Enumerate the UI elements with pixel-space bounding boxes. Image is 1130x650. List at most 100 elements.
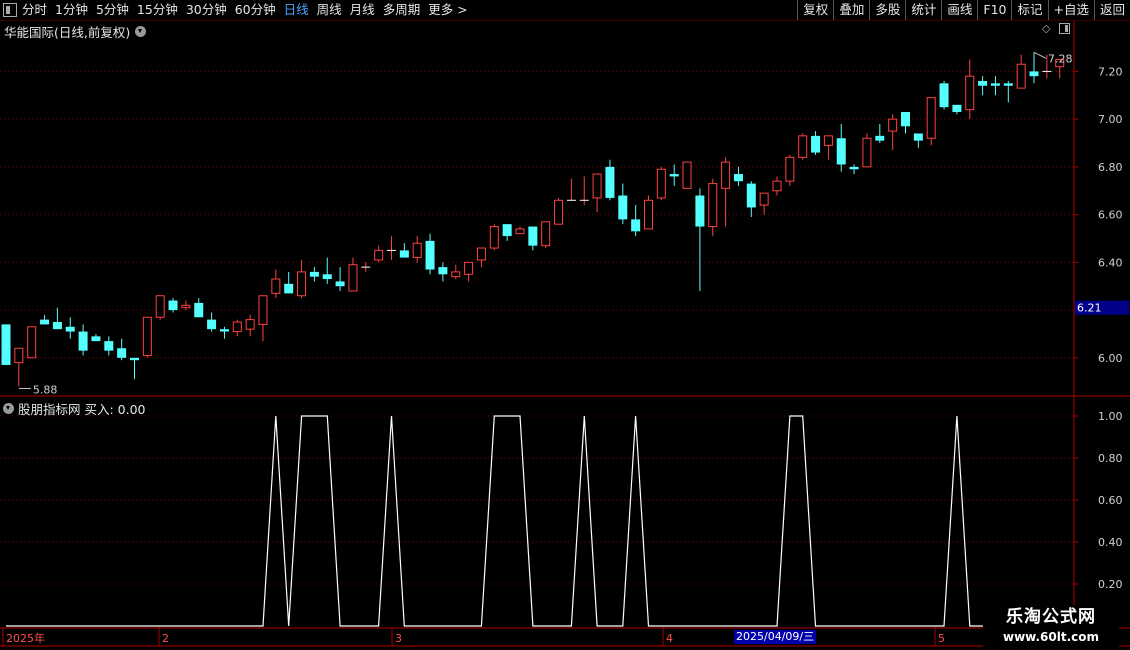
period-tab[interactable]: 更多 > bbox=[428, 0, 467, 20]
layout-icon[interactable] bbox=[1059, 23, 1070, 34]
candle-body bbox=[155, 295, 165, 318]
candle-body bbox=[862, 137, 872, 168]
period-tab[interactable]: 60分钟 bbox=[235, 0, 276, 20]
candle-body bbox=[489, 226, 499, 249]
candle-body bbox=[682, 161, 692, 189]
candle-body bbox=[926, 97, 936, 139]
candle-body bbox=[374, 249, 384, 261]
chart-canvas[interactable]: 7.207.006.806.606.406.206.007.285.886.21… bbox=[0, 0, 1130, 650]
candle-body bbox=[1, 324, 11, 365]
candle-body bbox=[823, 135, 833, 146]
candle-body bbox=[605, 166, 615, 198]
candle-body bbox=[297, 271, 307, 297]
period-tab[interactable]: 分时 bbox=[22, 0, 47, 20]
toolbar-action-button[interactable]: 复权 bbox=[797, 0, 833, 20]
time-axis-label: 3 bbox=[395, 632, 402, 645]
toolbar-action-button[interactable]: 画线 bbox=[941, 0, 977, 20]
chevron-down-icon[interactable] bbox=[3, 403, 14, 414]
candle-body bbox=[438, 267, 448, 275]
candle-body bbox=[335, 281, 345, 287]
top-toolbar: 分时 1分钟 5分钟 15分钟 30分钟 60分钟 日线 周线 月线 多周期 更多 > 复权 叠加 多股… bbox=[0, 0, 1130, 21]
candle-body bbox=[631, 219, 641, 232]
candle-body bbox=[875, 135, 885, 141]
candle-body bbox=[65, 326, 75, 332]
toolbar-action-button[interactable]: 多股 bbox=[869, 0, 905, 20]
time-axis-label: 2 bbox=[162, 632, 169, 645]
toolbar-action-button[interactable]: 叠加 bbox=[833, 0, 869, 20]
y-tick-label: 6.80 bbox=[1098, 161, 1123, 174]
candle-body bbox=[888, 118, 898, 132]
candle-body bbox=[618, 195, 628, 220]
y-tick-label: 7.00 bbox=[1098, 113, 1123, 126]
candle-body bbox=[669, 174, 679, 177]
time-axis-label: 4 bbox=[666, 632, 673, 645]
candle-body bbox=[181, 304, 191, 309]
period-tab[interactable]: 30分钟 bbox=[186, 0, 227, 20]
current-price-label: 6.21 bbox=[1077, 302, 1102, 315]
candle-body bbox=[759, 192, 769, 206]
candle-body bbox=[130, 357, 139, 361]
period-tab[interactable]: 多周期 bbox=[383, 0, 421, 20]
candle-body bbox=[78, 331, 88, 351]
period-tab[interactable]: 5分钟 bbox=[96, 0, 129, 20]
toolbar-action-button[interactable]: F10 bbox=[977, 0, 1011, 20]
candle-body bbox=[644, 199, 653, 230]
candle-body bbox=[836, 138, 846, 165]
candle-body bbox=[271, 278, 281, 294]
candle-body bbox=[785, 156, 795, 182]
y-tick-label: 0.60 bbox=[1098, 494, 1123, 507]
candle-body bbox=[746, 183, 756, 208]
candle-body bbox=[656, 168, 666, 199]
candle-body bbox=[245, 319, 255, 330]
candle-body bbox=[194, 302, 204, 318]
diamond-icon[interactable]: ◇ bbox=[1042, 23, 1053, 34]
candle-body bbox=[40, 319, 50, 325]
candle-body bbox=[502, 224, 512, 237]
candle-body bbox=[1003, 83, 1013, 86]
y-tick-label: 0.20 bbox=[1098, 578, 1123, 591]
watermark-title: 乐淘公式网 bbox=[1006, 607, 1096, 627]
candle-body bbox=[554, 199, 564, 225]
candle-body bbox=[232, 321, 242, 333]
stock-title: 华能国际(日线,前复权) bbox=[4, 25, 131, 40]
panel-toggle-icon[interactable] bbox=[3, 3, 17, 17]
candle-body bbox=[978, 80, 988, 86]
candle-body bbox=[219, 329, 229, 332]
candle-body bbox=[515, 228, 525, 235]
max-price-label: 7.28 bbox=[1048, 52, 1073, 65]
toolbar-action-button[interactable]: +自选 bbox=[1047, 0, 1094, 20]
max-arrow bbox=[1033, 51, 1047, 59]
candle-body bbox=[322, 274, 332, 280]
candle-body bbox=[284, 283, 294, 294]
toolbar-action-button[interactable]: 统计 bbox=[905, 0, 941, 20]
y-tick-label: 7.20 bbox=[1098, 65, 1123, 78]
period-tab[interactable]: 日线 bbox=[284, 0, 309, 20]
candle-body bbox=[348, 264, 358, 292]
period-tab[interactable]: 月线 bbox=[350, 0, 375, 20]
indicator-line bbox=[6, 415, 1060, 627]
candle-body bbox=[849, 166, 859, 170]
candle-body bbox=[901, 111, 910, 127]
candle-body bbox=[708, 183, 718, 228]
candle-body bbox=[168, 300, 178, 311]
candle-body bbox=[1029, 71, 1039, 77]
candle-body bbox=[721, 161, 731, 189]
time-axis-label: 2025年 bbox=[6, 631, 45, 645]
period-tab[interactable]: 15分钟 bbox=[137, 0, 178, 20]
indicator-title: 股朋指标网 买入: 0.00 bbox=[3, 399, 146, 418]
candle-body bbox=[695, 195, 705, 227]
min-price-label: 5.88 bbox=[33, 383, 58, 396]
y-tick-label: 1.00 bbox=[1098, 410, 1123, 423]
candle-body bbox=[541, 221, 551, 247]
period-tab[interactable]: 周线 bbox=[317, 0, 342, 20]
toolbar-action-button[interactable]: 返回 bbox=[1093, 0, 1130, 20]
candle-body bbox=[207, 319, 217, 330]
candle-body bbox=[91, 336, 101, 342]
candle-body bbox=[811, 135, 821, 153]
toolbar-action-button[interactable]: 标记 bbox=[1011, 0, 1047, 20]
chevron-down-icon[interactable] bbox=[135, 26, 147, 37]
period-tab[interactable]: 1分钟 bbox=[55, 0, 88, 20]
candle-body bbox=[14, 347, 24, 364]
candle-body bbox=[476, 247, 486, 261]
candle-body bbox=[913, 133, 923, 141]
